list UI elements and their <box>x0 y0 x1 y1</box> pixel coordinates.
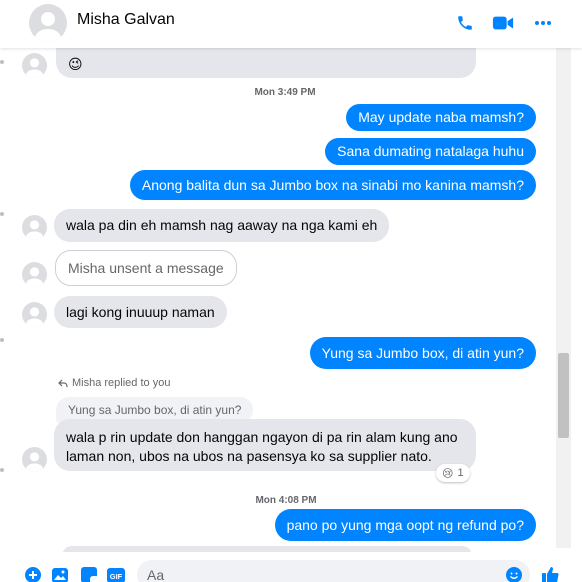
message-bubble-outgoing[interactable]: Sana dumating natalaga huhu <box>325 138 536 165</box>
sticker-icon[interactable] <box>80 566 98 582</box>
contact-avatar-small <box>22 302 47 327</box>
message-bubble-outgoing[interactable]: pano po yung mga oopt ng refund po? <box>274 509 536 541</box>
message-line: wala p rin update don hanggan ngayon di … <box>66 429 458 445</box>
message-bubble-outgoing[interactable]: Anong balita dun sa Jumbo box na sinabi … <box>129 170 536 200</box>
contact-avatar-small <box>22 215 47 240</box>
message-bubble-outgoing[interactable]: Yung sa Jumbo box, di atin yun? <box>309 337 536 369</box>
message-composer: GIF Aa <box>0 552 582 582</box>
message-bubble-incoming[interactable]: wala p rin update don hanggan ngayon di … <box>54 419 476 471</box>
message-input-placeholder: Aa <box>147 567 165 582</box>
unsent-message-notice: Misha unsent a message <box>55 250 237 286</box>
left-edge-markers <box>0 48 6 548</box>
phone-icon[interactable] <box>452 10 478 36</box>
contact-avatar-small <box>22 53 47 78</box>
contact-avatar-small <box>22 262 47 287</box>
crying-emoji-icon: 😢 <box>442 467 454 480</box>
message-reaction[interactable]: 😢 1 <box>436 464 470 482</box>
conversation-header: Misha Galvan <box>0 0 582 48</box>
message-emoji: 😉 <box>68 56 83 72</box>
video-camera-icon[interactable] <box>490 10 516 36</box>
like-icon[interactable] <box>541 566 559 582</box>
gif-label: GIF <box>110 572 123 581</box>
reply-indicator-label: Misha replied to you <box>72 377 171 389</box>
contact-name[interactable]: Misha Galvan <box>77 11 175 29</box>
message-bubble-incoming[interactable]: lagi kong inuuup naman <box>54 296 227 328</box>
scrollbar-thumb[interactable] <box>558 353 569 438</box>
message-bubble-outgoing[interactable]: May update naba mamsh? <box>346 104 536 131</box>
message-timestamp: Mon 4:08 PM <box>255 495 317 506</box>
plus-icon[interactable] <box>24 566 42 582</box>
more-options-icon[interactable] <box>530 10 556 36</box>
contact-avatar[interactable] <box>29 4 67 42</box>
conversation-scrollbar[interactable] <box>556 48 571 548</box>
reply-indicator: Misha replied to you <box>58 377 170 389</box>
message-input[interactable]: Aa <box>137 560 530 582</box>
message-line: laman non, ubos na ubos na pasensya ko s… <box>66 448 432 464</box>
message-timestamp: Mon 3:49 PM <box>254 87 316 98</box>
reply-arrow-icon <box>58 379 68 387</box>
gif-icon[interactable]: GIF <box>107 566 125 582</box>
image-icon[interactable] <box>51 566 69 582</box>
emoji-icon[interactable] <box>505 566 523 582</box>
contact-avatar-small <box>22 447 47 472</box>
message-bubble-incoming[interactable]: wala pa din eh mamsh nag aaway na nga ka… <box>54 209 390 242</box>
reaction-count: 1 <box>457 467 464 479</box>
